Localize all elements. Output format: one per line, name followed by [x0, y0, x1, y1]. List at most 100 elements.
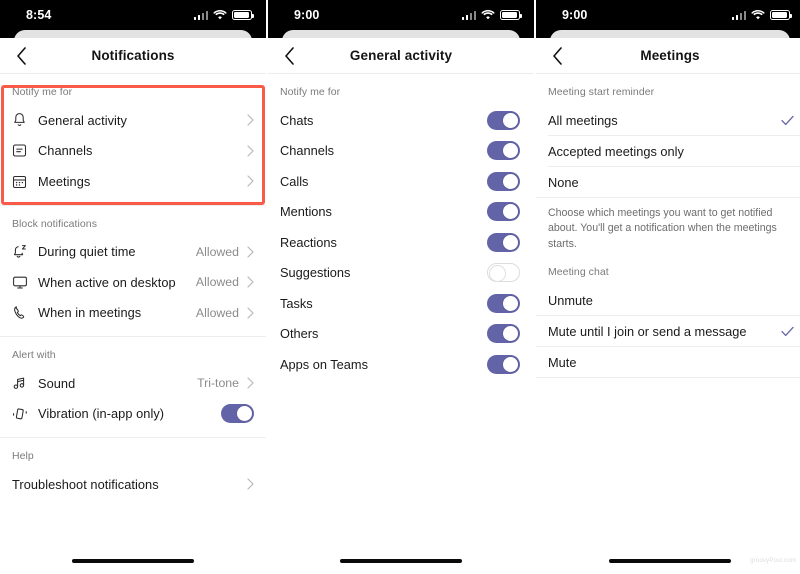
desktop-icon — [12, 275, 38, 290]
toggle-apps-on-teams[interactable] — [487, 354, 520, 374]
back-button[interactable] — [546, 45, 568, 67]
sheet-stack-hint — [268, 30, 534, 48]
toggle-knob — [503, 112, 518, 128]
status-bar: 8:54 — [0, 0, 266, 30]
list-item-label: General activity — [38, 112, 127, 128]
list-item-value: Allowed — [195, 305, 239, 320]
back-button[interactable] — [10, 45, 32, 67]
list-item-general-activity[interactable]: General activity — [0, 105, 266, 136]
list-item-chats[interactable]: Chats — [268, 105, 534, 136]
sheet-stack-hint — [0, 30, 266, 48]
list-item-label: Calls — [280, 173, 309, 189]
back-chevron-icon — [16, 46, 26, 65]
list-item-value: Allowed — [195, 244, 239, 259]
toggle-reactions[interactable] — [487, 232, 520, 252]
phone-icon — [12, 305, 38, 320]
toggle-suggestions[interactable] — [487, 263, 520, 283]
list-item-channels[interactable]: Channels — [268, 136, 534, 167]
list-item-label: Vibration (in-app only) — [38, 406, 165, 422]
status-icons — [193, 9, 254, 21]
list-item-vibration[interactable]: Vibration (in-app only) — [0, 399, 266, 430]
option-all-meetings[interactable]: All meetings — [536, 105, 800, 135]
list-item-tasks[interactable]: Tasks — [268, 288, 534, 319]
list-item-troubleshoot-notifications[interactable]: Troubleshoot notifications — [0, 469, 266, 500]
list-item-label: When active on desktop — [38, 274, 176, 290]
list-item-when-in-meetings[interactable]: When in meetings Allowed — [0, 298, 266, 329]
section-header-help: Help — [12, 450, 34, 462]
home-indicator — [609, 559, 731, 563]
list-item-during-quiet-time[interactable]: During quiet time Allowed — [0, 237, 266, 268]
list-item-reactions[interactable]: Reactions — [268, 227, 534, 258]
list-item-sound[interactable]: Sound Tri-tone — [0, 368, 266, 399]
checkmark-icon — [781, 326, 794, 337]
battery-icon — [770, 10, 792, 20]
option-mute-until-join[interactable]: Mute until I join or send a message — [536, 316, 800, 346]
toggle-channels[interactable] — [487, 141, 520, 161]
cellular-signal-icon — [731, 10, 746, 20]
list-item-label: During quiet time — [38, 244, 136, 260]
list-item-others[interactable]: Others — [268, 319, 534, 350]
list-item-meetings[interactable]: Meetings — [0, 166, 266, 197]
option-accepted-meetings-only[interactable]: Accepted meetings only — [536, 136, 800, 166]
wifi-icon — [213, 9, 227, 19]
list-item-apps-on-teams[interactable]: Apps on Teams — [268, 349, 534, 380]
toggle-mentions[interactable] — [487, 202, 520, 222]
option-label: Accepted meetings only — [548, 143, 684, 159]
back-button[interactable] — [278, 45, 300, 67]
status-time: 8:54 — [26, 8, 52, 22]
status-bar: 9:00 — [536, 0, 800, 30]
toggle-knob — [503, 295, 518, 311]
list-item-label: Others — [280, 326, 319, 342]
list-item-when-active-on-desktop[interactable]: When active on desktop Allowed — [0, 267, 266, 298]
chevron-right-icon — [247, 478, 254, 490]
list-item-suggestions[interactable]: Suggestions — [268, 258, 534, 289]
list-item-label: Channels — [280, 143, 335, 159]
cellular-signal-icon — [461, 10, 476, 20]
status-time: 9:00 — [562, 8, 588, 22]
list-item-mentions[interactable]: Mentions — [268, 197, 534, 228]
nav-bar: General activity — [268, 38, 534, 74]
list-item-label: Channels — [38, 143, 93, 159]
list-item-label: Troubleshoot notifications — [12, 476, 159, 492]
list-item-label: Sound — [38, 375, 76, 391]
battery-icon — [500, 10, 522, 20]
toggle-calls[interactable] — [487, 171, 520, 191]
chevron-right-icon — [247, 276, 254, 288]
list-item-label: When in meetings — [38, 305, 142, 321]
sheet-stack-hint — [536, 30, 800, 48]
cellular-signal-icon — [193, 10, 208, 20]
list-item-label: Tasks — [280, 295, 313, 311]
section-header-alert-with: Alert with — [12, 349, 56, 361]
home-indicator — [340, 559, 462, 563]
toggle-knob — [489, 265, 505, 281]
status-time: 9:00 — [294, 8, 320, 22]
option-label: Mute — [548, 354, 577, 370]
chevron-right-icon — [247, 175, 254, 187]
toggle-chats[interactable] — [487, 110, 520, 130]
list-item-channels[interactable]: Channels — [0, 136, 266, 167]
toggle-vibration[interactable] — [221, 404, 254, 424]
page-title: Meetings — [640, 48, 700, 63]
toggle-knob — [503, 326, 518, 342]
section-header-notify-me-for: Notify me for — [12, 86, 73, 98]
list-item-calls[interactable]: Calls — [268, 166, 534, 197]
option-none[interactable]: None — [536, 167, 800, 197]
chevron-right-icon — [247, 114, 254, 126]
option-label: All meetings — [548, 112, 618, 128]
status-icons — [461, 9, 522, 21]
section-header-meeting-chat: Meeting chat — [548, 266, 609, 279]
chevron-right-icon — [247, 307, 254, 319]
nav-bar: Notifications — [0, 38, 266, 74]
settings-list: Notify me for Chats Channels Calls Menti… — [268, 74, 534, 574]
toggle-others[interactable] — [487, 324, 520, 344]
section-footnote: Choose which meetings you want to get no… — [548, 207, 777, 250]
checkmark-icon — [781, 115, 794, 126]
option-mute[interactable]: Mute — [536, 347, 800, 377]
music-note-icon — [12, 376, 38, 391]
page-title: General activity — [349, 48, 453, 63]
toggle-tasks[interactable] — [487, 293, 520, 313]
option-label: Unmute — [548, 292, 593, 308]
back-chevron-icon — [552, 46, 562, 65]
option-unmute[interactable]: Unmute — [536, 285, 800, 315]
chevron-right-icon — [247, 145, 254, 157]
